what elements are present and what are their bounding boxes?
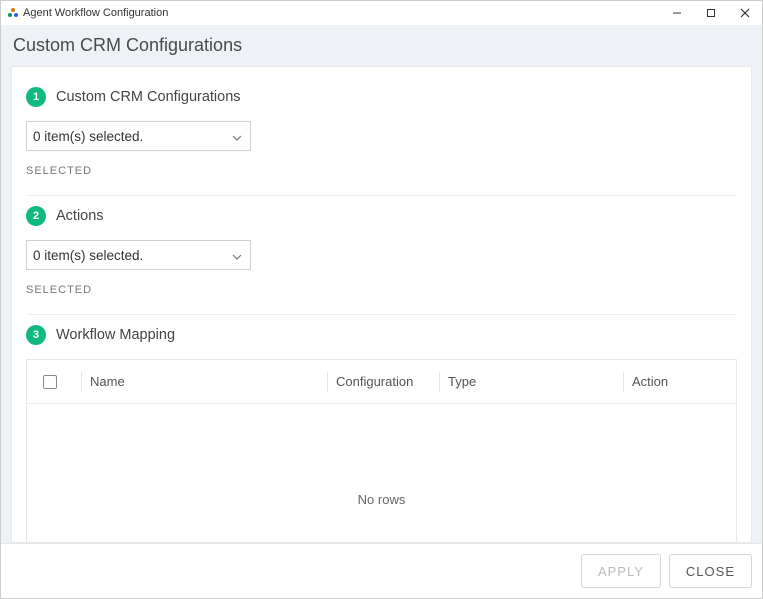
column-label: Type [448,374,476,389]
dropdown-value: 0 item(s) selected. [33,129,143,144]
step-badge-2: 2 [26,206,46,226]
step-header: 3 Workflow Mapping [26,325,737,345]
step-badge-3: 3 [26,325,46,345]
step-header: 2 Actions [26,206,737,226]
maximize-button[interactable] [694,1,728,25]
column-label: Action [632,374,668,389]
step-custom-crm: 1 Custom CRM Configurations 0 item(s) se… [26,77,737,181]
window: Agent Workflow Configuration Custom CRM … [0,0,763,599]
column-separator [439,372,440,392]
page-title: Custom CRM Configurations [1,25,762,66]
custom-crm-dropdown[interactable]: 0 item(s) selected. [26,121,251,151]
table-empty-text: No rows [358,492,406,507]
column-header-type[interactable]: Type [431,360,615,403]
table-header-checkbox-cell [27,375,73,389]
content: 1 Custom CRM Configurations 0 item(s) se… [12,67,751,543]
column-label: Configuration [336,374,413,389]
select-all-checkbox[interactable] [43,375,57,389]
step-workflow-mapping: 3 Workflow Mapping Name [26,315,737,543]
step-title-1: Custom CRM Configurations [56,89,241,105]
actions-dropdown[interactable]: 0 item(s) selected. [26,240,251,270]
close-window-button[interactable] [728,1,762,25]
workflow-mapping-table: Name Configuration Type Action [26,359,737,543]
column-header-configuration[interactable]: Configuration [319,360,431,403]
selected-label-2: SELECTED [26,284,737,296]
window-controls [660,1,762,25]
minimize-button[interactable] [660,1,694,25]
window-title: Agent Workflow Configuration [23,7,660,19]
chevron-down-icon [232,248,242,263]
step-title-3: Workflow Mapping [56,327,175,343]
footer: APPLY CLOSE [1,543,762,598]
dropdown-value: 0 item(s) selected. [33,248,143,263]
step-badge-1: 1 [26,87,46,107]
column-separator [327,372,328,392]
column-header-name[interactable]: Name [73,360,319,403]
selected-label-1: SELECTED [26,165,737,177]
column-header-action[interactable]: Action [615,360,736,403]
chevron-down-icon [232,129,242,144]
close-button[interactable]: CLOSE [669,554,752,588]
step-header: 1 Custom CRM Configurations [26,87,737,107]
step-title-2: Actions [56,208,104,224]
apply-button[interactable]: APPLY [581,554,661,588]
content-scroll-area[interactable]: 1 Custom CRM Configurations 0 item(s) se… [11,66,752,543]
table-header-row: Name Configuration Type Action [27,360,736,404]
column-label: Name [90,374,125,389]
app-logo-icon [7,7,19,19]
column-separator [81,372,82,392]
title-bar: Agent Workflow Configuration [1,1,762,25]
column-separator [623,372,624,392]
step-actions: 2 Actions 0 item(s) selected. SELECTED [26,196,737,300]
table-body: No rows [27,404,736,543]
